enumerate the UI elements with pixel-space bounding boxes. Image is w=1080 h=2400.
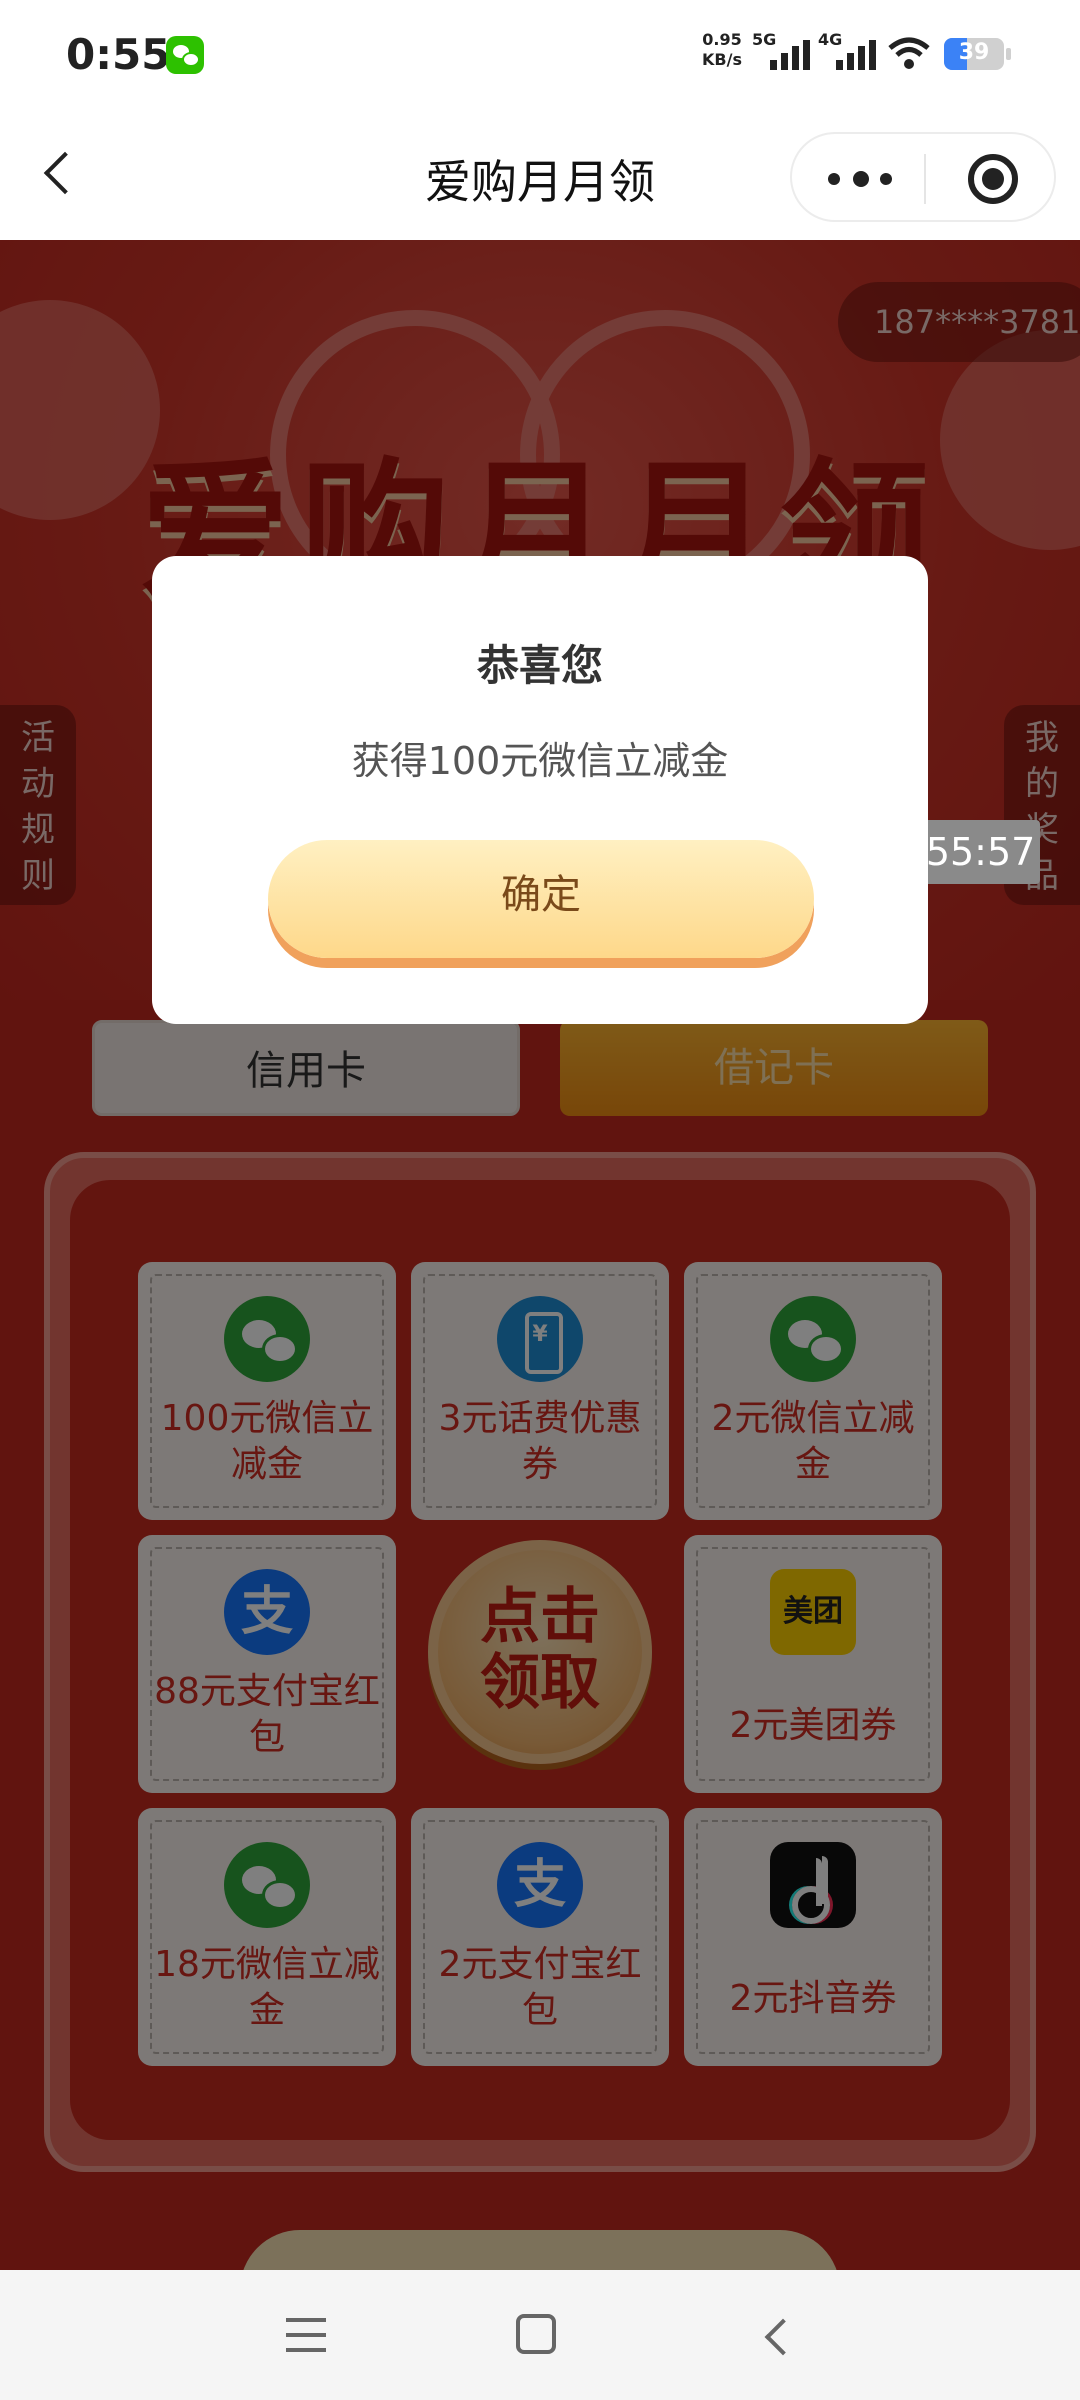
dialog-title: 恭喜您: [476, 641, 603, 690]
system-back-icon[interactable]: [756, 2316, 796, 2356]
signal-bars-icon-2: [836, 40, 878, 70]
home-icon[interactable]: [516, 2314, 556, 2354]
network-speed-value: 0.95: [702, 30, 742, 49]
network-speed: 0.95 KB/s: [702, 30, 742, 70]
menu-icon[interactable]: [286, 2318, 326, 2354]
confirm-button[interactable]: 确定: [268, 840, 814, 958]
mini-program-capsule: [790, 132, 1056, 222]
dialog-message: 获得100元微信立减金: [351, 739, 729, 783]
modal-overlay[interactable]: [0, 240, 1080, 2270]
wifi-icon: [888, 37, 930, 69]
signal-bars-icon: [770, 40, 812, 70]
close-mini-program-icon[interactable]: [968, 154, 1018, 204]
network-speed-unit: KB/s: [702, 50, 742, 69]
more-icon[interactable]: [824, 164, 894, 194]
congrats-dialog: 恭喜您 获得100元微信立减金 确定: [152, 556, 928, 1024]
battery-level: 39: [958, 40, 990, 65]
wechat-notification-icon: [166, 36, 204, 74]
status-time: 0:55: [66, 30, 171, 79]
mini-program-header: 爱购月月领: [0, 110, 1080, 240]
system-nav-bar: [0, 2270, 1080, 2400]
status-bar: 0:55 0.95 KB/s 5G 4G 39: [0, 0, 1080, 110]
battery-icon: 39: [944, 38, 1004, 70]
